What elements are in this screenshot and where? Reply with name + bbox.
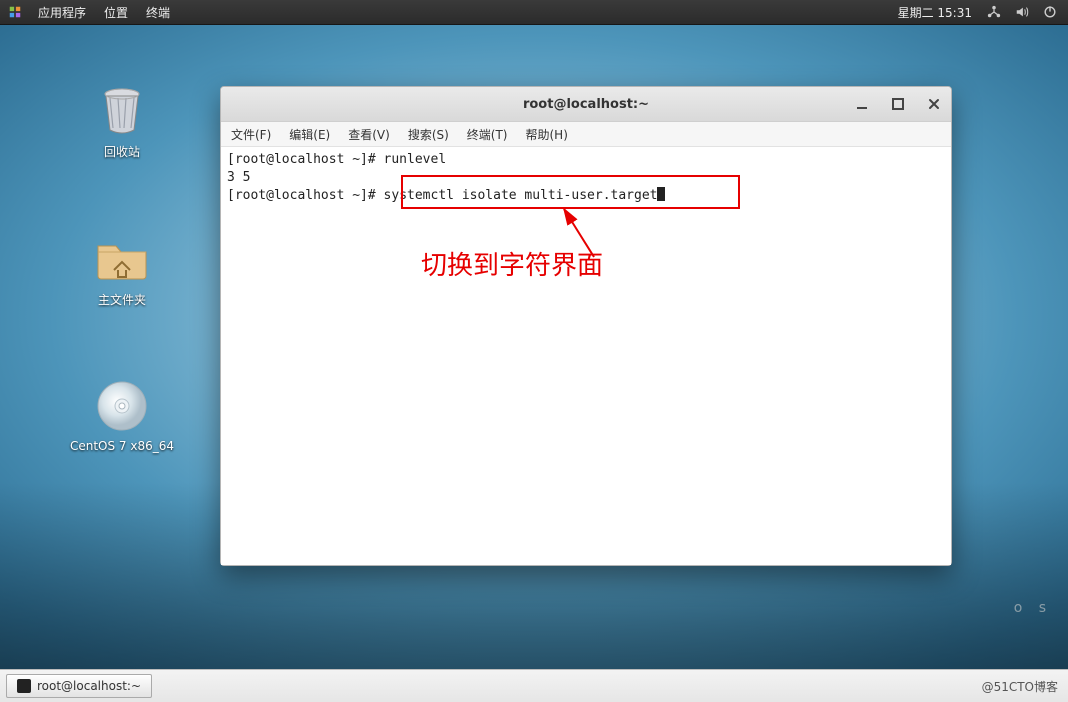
taskbar-item-terminal[interactable]: root@localhost:~ — [6, 674, 152, 698]
window-title: root@localhost:~ — [523, 97, 649, 112]
menu-edit[interactable]: 编辑(E) — [289, 126, 330, 143]
clock[interactable]: 星期二 15:31 — [896, 4, 974, 21]
terminal-line: [root@localhost ~]# runlevel — [227, 151, 945, 169]
watermark-text: @51CTO博客 — [982, 678, 1062, 695]
desktop-icon-label: 主文件夹 — [98, 291, 146, 308]
menu-help[interactable]: 帮助(H) — [526, 126, 568, 143]
desktop-icon-trash[interactable]: 回收站 — [62, 80, 182, 160]
menu-view[interactable]: 查看(V) — [348, 126, 390, 143]
wallpaper-brand-text: o s — [1014, 600, 1052, 616]
window-minimize-button[interactable] — [851, 93, 873, 115]
terminal-window: root@localhost:~ 文件(F) 编辑(E) 查看(V) 搜索(S)… — [220, 86, 952, 566]
disc-icon — [88, 376, 156, 436]
desktop-icon-label: CentOS 7 x86_64 — [70, 439, 174, 453]
terminal-prompt: [root@localhost ~]# — [227, 188, 384, 203]
applications-icon — [8, 5, 22, 19]
window-close-button[interactable] — [923, 93, 945, 115]
window-maximize-button[interactable] — [887, 93, 909, 115]
network-icon[interactable] — [986, 4, 1002, 20]
menu-applications[interactable]: 应用程序 — [36, 4, 88, 21]
terminal-body[interactable]: [root@localhost ~]# runlevel 3 5 [root@l… — [221, 147, 951, 565]
desktop-icon-label: 回收站 — [104, 143, 140, 160]
trash-icon — [88, 80, 156, 140]
top-panel: 应用程序 位置 终端 星期二 15:31 — [0, 0, 1068, 25]
menu-places[interactable]: 位置 — [102, 4, 130, 21]
taskbar-item-label: root@localhost:~ — [37, 679, 141, 693]
window-titlebar[interactable]: root@localhost:~ — [221, 87, 951, 122]
power-icon[interactable] — [1042, 4, 1058, 20]
folder-home-icon — [88, 228, 156, 288]
desktop-icon-home[interactable]: 主文件夹 — [62, 228, 182, 308]
menu-terminal[interactable]: 终端 — [144, 4, 172, 21]
terminal-icon — [17, 679, 31, 693]
menu-file[interactable]: 文件(F) — [231, 126, 271, 143]
window-menubar: 文件(F) 编辑(E) 查看(V) 搜索(S) 终端(T) 帮助(H) — [221, 122, 951, 147]
volume-icon[interactable] — [1014, 4, 1030, 20]
menu-terminal[interactable]: 终端(T) — [467, 126, 508, 143]
annotation-text: 切换到字符界面 — [421, 257, 603, 275]
menu-search[interactable]: 搜索(S) — [408, 126, 449, 143]
desktop-icon-disc[interactable]: CentOS 7 x86_64 — [62, 376, 182, 453]
bottom-taskbar: root@localhost:~ @51CTO博客 — [0, 669, 1068, 702]
